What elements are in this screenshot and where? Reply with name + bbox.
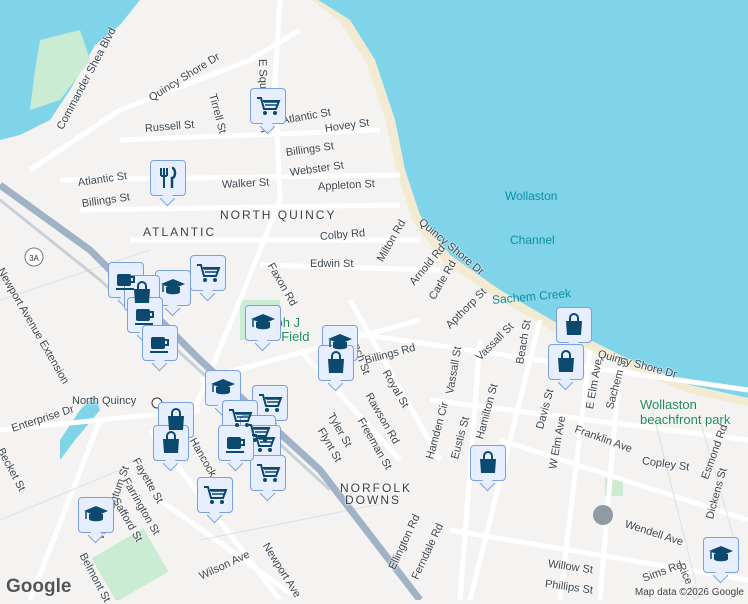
map-marker-cart[interactable] bbox=[250, 455, 286, 491]
park-label[interactable]: Wollaston bbox=[640, 397, 697, 412]
bag-icon bbox=[480, 451, 496, 473]
neighborhood-label: DOWNS bbox=[345, 493, 401, 507]
school-icon bbox=[84, 506, 108, 522]
map-marker-school[interactable] bbox=[205, 370, 241, 406]
school-poi-icon bbox=[593, 505, 613, 525]
map-marker-bag[interactable] bbox=[153, 425, 189, 461]
map-marker-cart[interactable] bbox=[252, 385, 288, 421]
route-shield-label: 3A bbox=[29, 254, 39, 263]
street-label: Walker St bbox=[221, 176, 270, 191]
school-icon bbox=[211, 379, 235, 395]
cafe-icon bbox=[150, 337, 169, 353]
water-label: Wollaston bbox=[505, 189, 558, 203]
map-marker-cart[interactable] bbox=[250, 88, 286, 124]
bag-icon bbox=[163, 431, 179, 453]
map-marker-cart[interactable] bbox=[197, 477, 233, 513]
bag-icon bbox=[558, 350, 574, 372]
map-marker-school[interactable] bbox=[78, 497, 114, 533]
place-label[interactable]: North Quincy bbox=[72, 395, 136, 407]
cart-icon bbox=[257, 97, 281, 115]
restaurant-icon bbox=[160, 166, 177, 188]
map-marker-bag[interactable] bbox=[548, 344, 584, 380]
street-label: Edwin St bbox=[310, 258, 354, 270]
school-icon bbox=[251, 314, 275, 330]
map-marker-cart[interactable] bbox=[190, 255, 226, 291]
cafe-icon bbox=[226, 437, 245, 453]
cart-icon bbox=[257, 464, 281, 482]
map-marker-bag[interactable] bbox=[556, 307, 592, 343]
cart-icon bbox=[197, 264, 221, 282]
school-icon bbox=[161, 279, 185, 295]
map-marker-school[interactable] bbox=[245, 305, 281, 341]
cart-icon bbox=[252, 434, 276, 452]
park-label[interactable]: beachfront park bbox=[640, 412, 730, 427]
map-marker-bag[interactable] bbox=[318, 345, 354, 381]
cafe-icon bbox=[135, 309, 154, 325]
neighborhood-label: NORTH QUINCY bbox=[220, 208, 337, 222]
map-marker-school[interactable] bbox=[703, 537, 739, 573]
map-marker-school[interactable] bbox=[155, 270, 191, 306]
map-marker-bag[interactable] bbox=[470, 445, 506, 481]
map-attribution[interactable]: Map data ©2026 Google bbox=[630, 585, 748, 600]
cart-icon bbox=[259, 394, 283, 412]
map-marker-cart[interactable] bbox=[245, 425, 281, 461]
water-label: Channel bbox=[510, 233, 555, 247]
map-marker-restaurant[interactable] bbox=[150, 160, 186, 196]
cart-icon bbox=[204, 486, 228, 504]
bag-icon bbox=[328, 351, 344, 373]
map-marker-cafe[interactable] bbox=[142, 325, 178, 361]
map-marker-cafe[interactable] bbox=[127, 297, 163, 333]
school-icon bbox=[709, 546, 733, 562]
google-logo: Google bbox=[6, 576, 72, 597]
bag-icon bbox=[566, 313, 582, 335]
map-marker-cafe[interactable] bbox=[218, 425, 254, 461]
neighborhood-label: ATLANTIC bbox=[143, 225, 217, 239]
